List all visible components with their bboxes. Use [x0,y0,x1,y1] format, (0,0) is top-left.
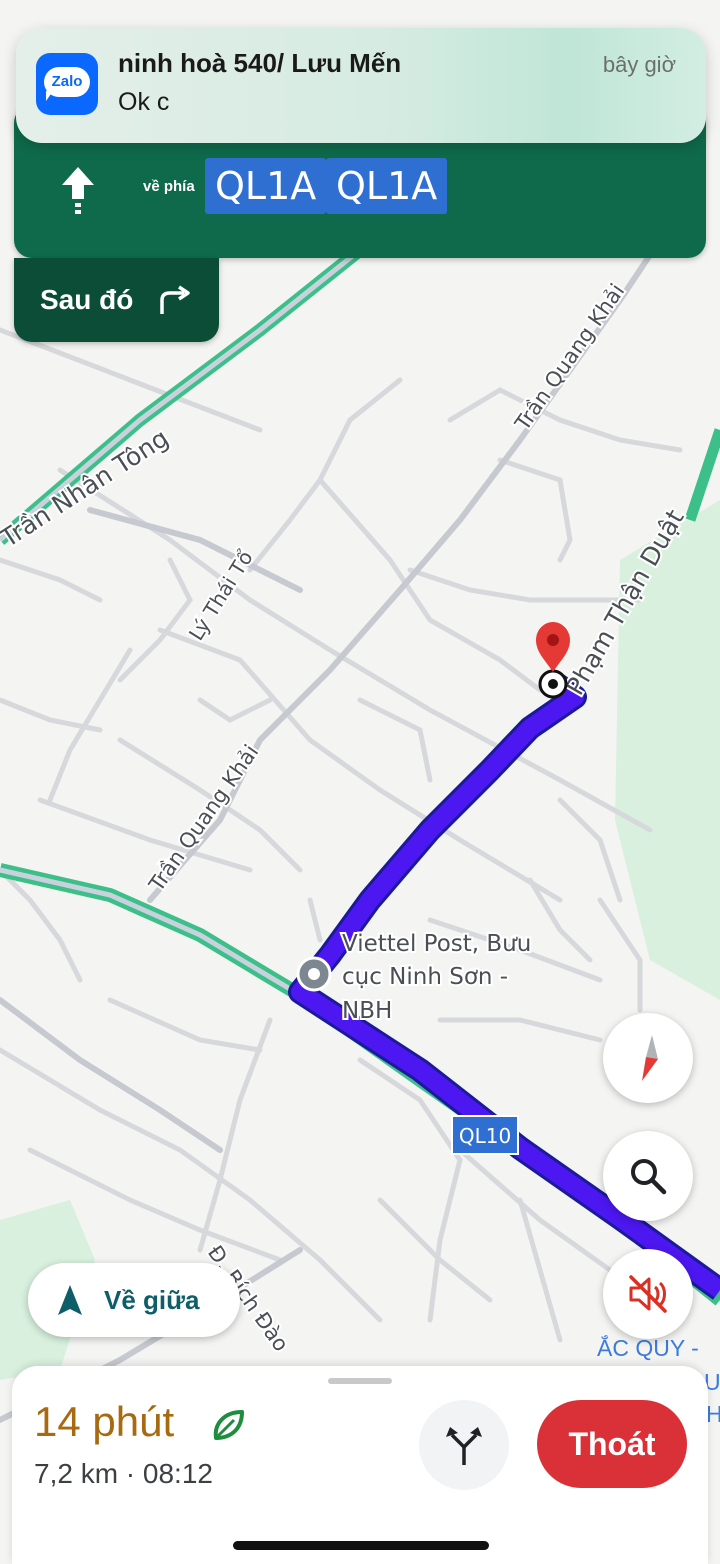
search-button[interactable] [603,1131,693,1221]
sound-off-icon [629,1275,667,1313]
destination-pin-dot [547,634,559,646]
road-shield-ql1a: QL1A [326,158,448,214]
recenter-label: Về giữa [104,1285,200,1315]
eco-leaf-icon [213,1410,244,1440]
road-shield-ql1a: QL1A [205,158,327,214]
sound-toggle-button[interactable] [603,1249,693,1339]
notification-time: bây giờ [602,52,676,77]
destination-point-dot [548,679,558,689]
poi-name-line-3: NBH [342,998,392,1024]
home-indicator[interactable] [233,1541,489,1550]
distance-arrival: 7,2 km · 08:12 [34,1458,213,1489]
panel-grabber[interactable] [328,1378,392,1384]
toward-label: về phía [143,178,195,195]
turn-right-icon [160,285,190,314]
notification-message: Ok c [118,88,170,116]
then-instruction[interactable]: Sau đó [14,258,219,342]
route-fork-icon [446,1427,482,1465]
poi-name-line-2: cục Ninh Sơn - [342,964,508,990]
eta-duration: 14 phút [34,1398,175,1445]
zalo-notification[interactable]: Zalo ninh hoà 540/ Lưu Mến Ok c bây giờ [16,28,706,143]
then-label: Sau đó [40,284,134,315]
trip-summary-panel[interactable]: 14 phút 7,2 km · 08:12 Thoát [12,1366,708,1564]
notification-title: ninh hoà 540/ Lưu Mến [118,48,402,78]
poi-marker-dot [308,968,320,980]
exit-navigation-button[interactable]: Thoát [537,1400,687,1488]
compass-button[interactable] [603,1013,693,1103]
search-icon [631,1159,667,1195]
route-shield-text: QL10 [459,1124,511,1148]
compass-icon [642,1035,658,1081]
poi-name-line-1: Viettel Post, Bưu [342,931,531,957]
edge-letter: H [706,1401,720,1427]
navigation-arrow-icon [58,1285,82,1315]
arrow-straight-icon [62,167,94,214]
zalo-app-icon: Zalo [36,53,98,115]
alternate-routes-button[interactable] [419,1400,509,1490]
zalo-bubble-tail [46,91,60,101]
recenter-button[interactable]: Về giữa [28,1263,240,1337]
